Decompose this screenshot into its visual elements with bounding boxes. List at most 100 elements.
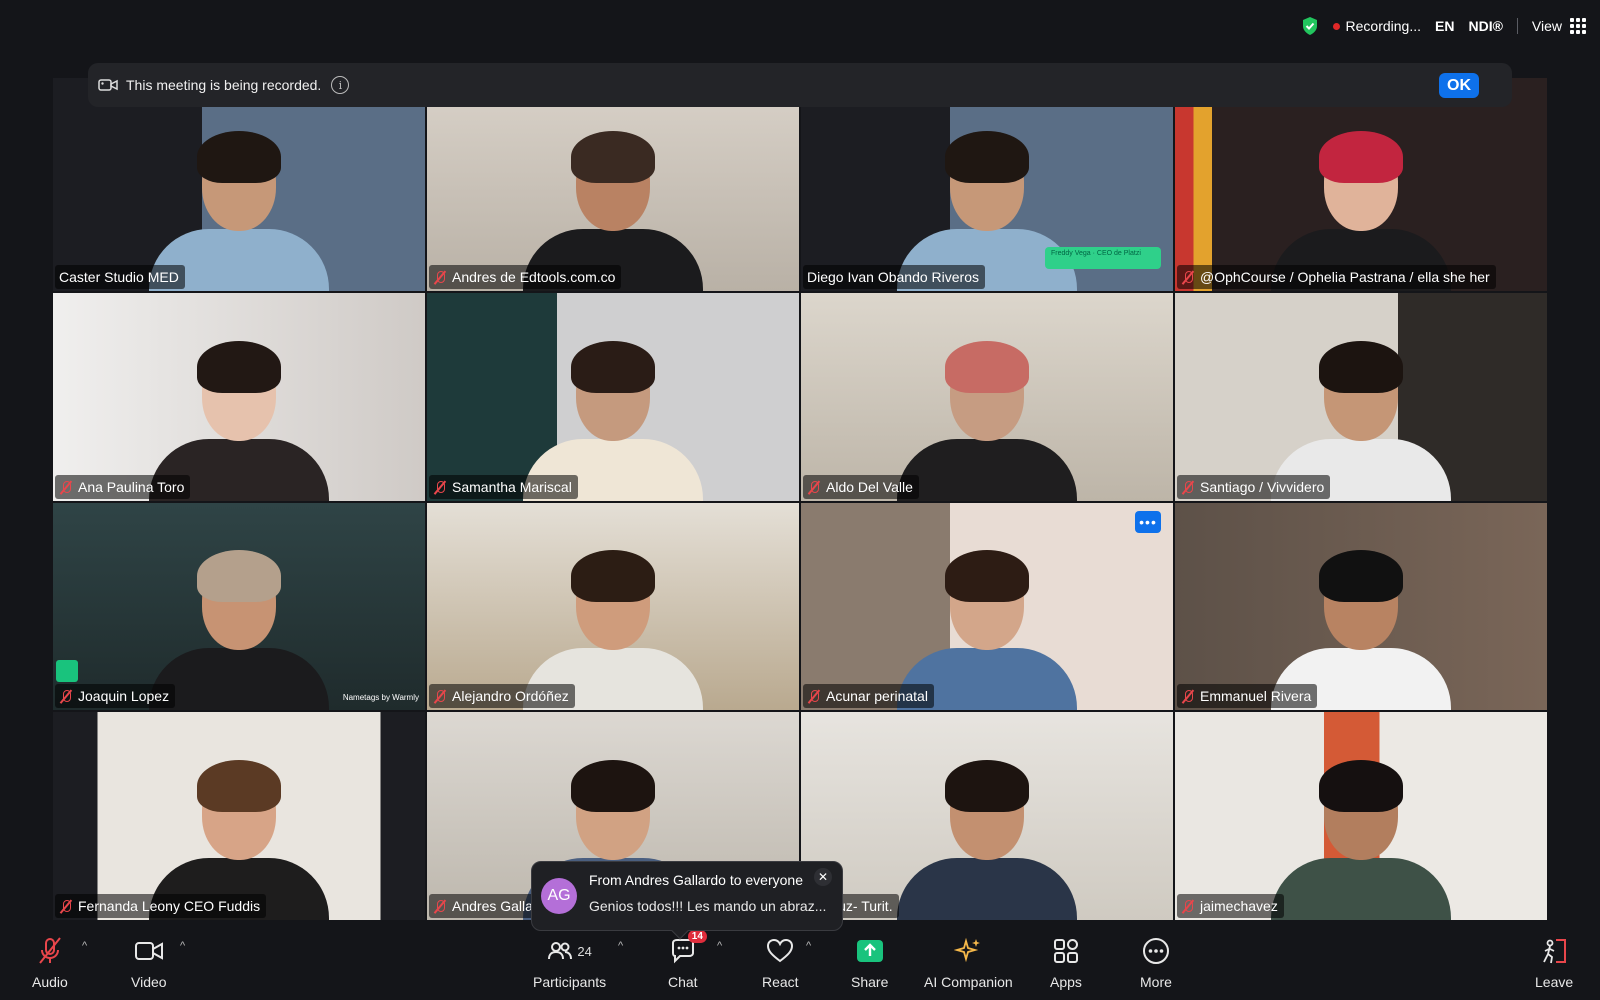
- participant-nametag: Ana Paulina Toro: [55, 474, 191, 499]
- mic-muted-icon: [1181, 689, 1195, 703]
- share-button[interactable]: Share: [851, 936, 888, 990]
- participant-nametag: Aldo Del Valle: [803, 474, 919, 499]
- participant-tile[interactable]: Aldo Del Valle: [801, 293, 1173, 501]
- mic-muted-icon: [1181, 270, 1195, 284]
- mic-muted-icon: [807, 480, 821, 494]
- share-label: Share: [851, 974, 889, 990]
- mic-muted-icon: [433, 480, 447, 494]
- leave-button[interactable]: Leave: [1535, 936, 1573, 990]
- participant-name: Acunar perinatal: [826, 688, 928, 705]
- react-button[interactable]: React: [762, 936, 799, 990]
- view-button[interactable]: View: [1532, 18, 1586, 34]
- language-button[interactable]: EN: [1435, 18, 1454, 34]
- mic-muted-icon: [59, 899, 73, 913]
- participant-count: 24: [577, 943, 592, 959]
- apps-button[interactable]: Apps: [1050, 936, 1082, 990]
- participant-tile[interactable]: Freddy Vega · CEO de Platzi Diego Ivan Ob…: [801, 78, 1173, 291]
- participant-tile[interactable]: Ana Paulina Toro: [53, 293, 425, 501]
- meeting-toolbar: Audio ^ Video ^ 24 Participants ^ 14 Cha…: [0, 922, 1600, 1000]
- info-icon[interactable]: i: [331, 76, 350, 94]
- chat-options-chevron-icon[interactable]: ^: [717, 940, 722, 952]
- participant-tile[interactable]: Santiago / Vivvidero: [1175, 293, 1547, 501]
- video-options-chevron-icon[interactable]: ^: [180, 940, 185, 952]
- participant-nametag: Alejandro Ordóñez: [429, 684, 575, 709]
- participant-name: Aldo Del Valle: [826, 478, 913, 495]
- participant-tile[interactable]: Andres de Edtools.com.co: [427, 78, 799, 291]
- participant-name: Santiago / Vivvidero: [1200, 478, 1325, 495]
- recording-banner: This meeting is being recorded. i OK: [88, 63, 1512, 107]
- audio-options-chevron-icon[interactable]: ^: [82, 940, 87, 952]
- banner-message: This meeting is being recorded.: [126, 77, 322, 93]
- participant-name: Fernanda Leony CEO Fuddis: [78, 898, 261, 914]
- leave-door-icon: [1543, 939, 1567, 964]
- participant-nametag: Joaquin Lopez: [55, 684, 176, 709]
- mic-muted-icon: [59, 689, 73, 703]
- participant-nametag: Diego Ivan Obando Riveros: [803, 265, 985, 289]
- people-icon: [548, 942, 573, 960]
- participant-name: Samantha Mariscal: [452, 478, 572, 495]
- camera-icon: [134, 942, 163, 960]
- participant-name: jaimechavez: [1200, 898, 1278, 914]
- participant-tile[interactable]: Nametags by Warmly Joaquin Lopez: [53, 502, 425, 711]
- chat-notification[interactable]: AG From Andres Gallardo to everyone Geni…: [531, 861, 843, 940]
- participant-nametag: Emmanuel Rivera: [1177, 684, 1318, 709]
- recording-camera-icon: [98, 79, 118, 91]
- video-label: Video: [131, 974, 167, 990]
- mic-muted-icon: [433, 270, 447, 284]
- shield-check-icon[interactable]: [1301, 16, 1319, 36]
- participant-name: Alejandro Ordóñez: [452, 688, 569, 705]
- react-options-chevron-icon[interactable]: ^: [806, 940, 811, 952]
- recording-indicator[interactable]: Recording...: [1332, 18, 1422, 34]
- audio-button[interactable]: Audio: [32, 936, 68, 990]
- participant-nametag: @OphCourse / Ophelia Pastrana / ella she…: [1177, 265, 1496, 289]
- mic-muted-icon: [807, 689, 821, 703]
- participants-options-chevron-icon[interactable]: ^: [618, 940, 623, 952]
- participant-tile[interactable]: Fernanda Leony CEO Fuddis: [53, 712, 425, 920]
- sender-avatar: AG: [541, 878, 577, 914]
- participant-video: [149, 550, 329, 711]
- participant-nametag: Andres de Edtools.com.co: [429, 265, 622, 289]
- video-button[interactable]: Video: [131, 936, 167, 990]
- mic-muted-icon: [39, 937, 61, 964]
- participant-nametag: jaimechavez: [1177, 894, 1284, 918]
- participant-name: Diego Ivan Obando Riveros: [807, 269, 979, 285]
- sparkle-icon: [954, 937, 981, 963]
- participant-tile[interactable]: Alejandro Ordóñez: [427, 502, 799, 711]
- ok-button[interactable]: OK: [1439, 73, 1479, 98]
- participant-tile[interactable]: Samantha Mariscal: [427, 293, 799, 501]
- participant-tile[interactable]: jaimechavez: [1175, 712, 1547, 920]
- chat-button[interactable]: 14 Chat: [668, 930, 707, 990]
- divider: [1516, 18, 1518, 34]
- participant-name: Joaquin Lopez: [78, 688, 170, 705]
- recording-label: Recording...: [1345, 18, 1422, 34]
- grid-icon: [1570, 18, 1586, 34]
- participant-tile[interactable]: an cruz- Turit.: [801, 712, 1173, 920]
- view-label: View: [1531, 18, 1562, 34]
- participant-video: [897, 760, 1077, 920]
- tile-more-options-icon[interactable]: •••: [1135, 510, 1161, 533]
- participant-nametag: Santiago / Vivvidero: [1177, 474, 1331, 499]
- participant-name: Andres de Edtools.com.co: [452, 269, 616, 285]
- ai-companion-label: AI Companion: [924, 974, 1013, 990]
- participants-button[interactable]: 24 Participants: [533, 936, 606, 990]
- participant-video: [897, 340, 1077, 501]
- participant-tile[interactable]: Caster Studio MED: [53, 78, 425, 291]
- participant-name: Andres Galla: [452, 898, 533, 914]
- more-button[interactable]: More: [1140, 936, 1172, 990]
- nametag-logo-icon: [56, 660, 78, 683]
- mic-muted-icon: [433, 689, 447, 703]
- participants-label: Participants: [533, 974, 607, 990]
- participant-tile[interactable]: @OphCourse / Ophelia Pastrana / ella she…: [1175, 78, 1547, 291]
- participant-name: Caster Studio MED: [59, 269, 179, 285]
- ai-companion-button[interactable]: AI Companion: [924, 936, 1013, 990]
- participant-tile[interactable]: Emmanuel Rivera: [1175, 502, 1547, 711]
- audio-label: Audio: [32, 974, 68, 990]
- heart-icon: [767, 938, 794, 963]
- participant-nametag: Acunar perinatal: [803, 684, 934, 709]
- close-icon[interactable]: ✕: [814, 868, 832, 886]
- more-dots-icon: [1142, 938, 1169, 964]
- participant-tile[interactable]: ••• Acunar perinatal: [801, 502, 1173, 711]
- chat-unread-badge: 14: [687, 930, 707, 943]
- participant-nametag: Caster Studio MED: [55, 265, 185, 289]
- ndi-button[interactable]: NDI®: [1468, 18, 1502, 34]
